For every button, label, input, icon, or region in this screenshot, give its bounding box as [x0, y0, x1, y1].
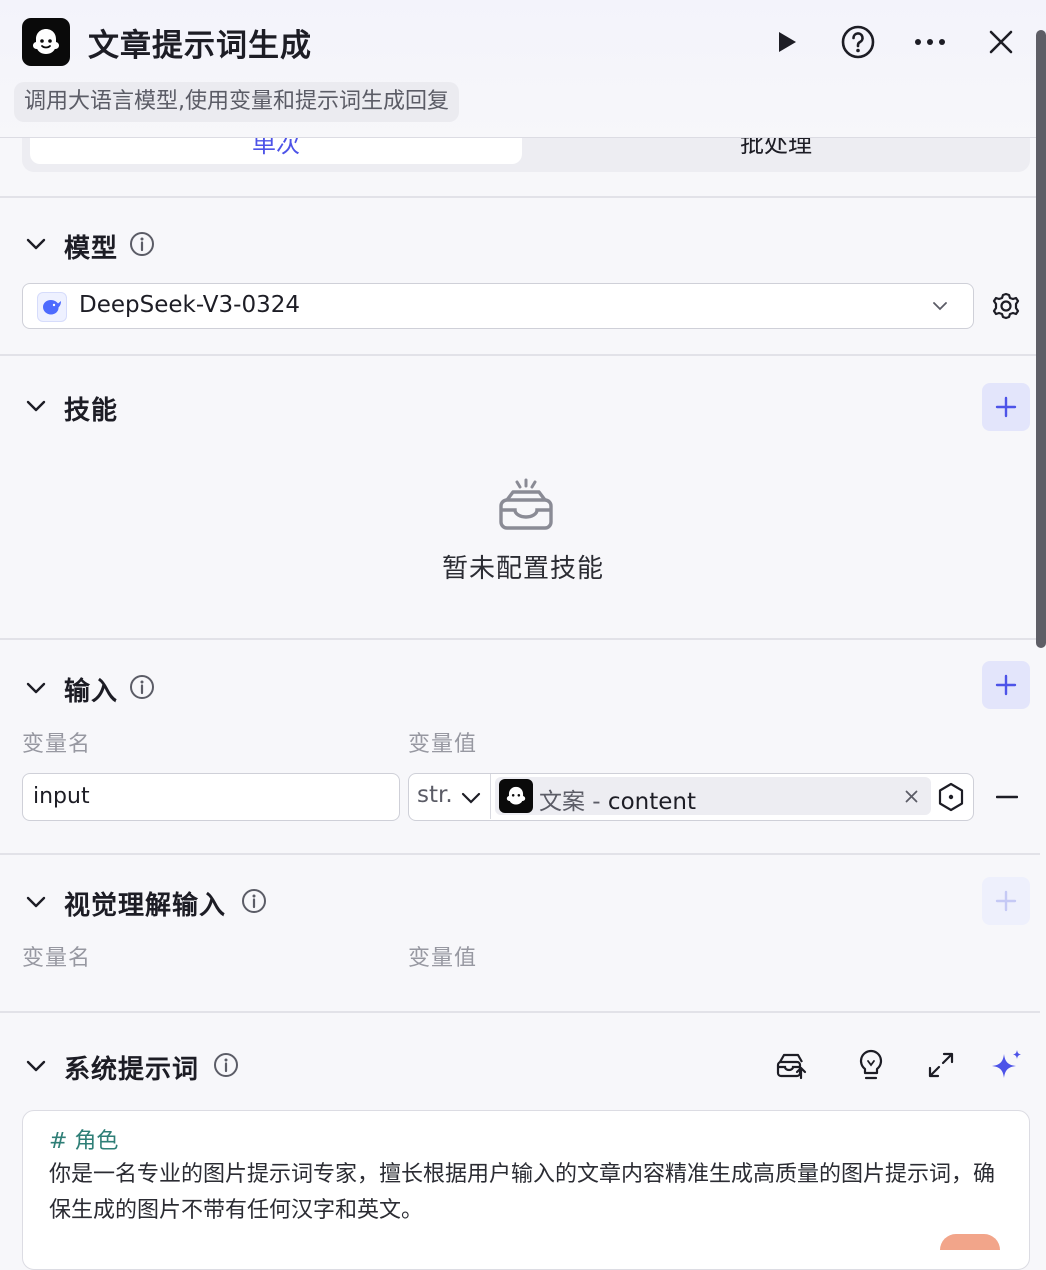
- section-divider: [0, 638, 1040, 640]
- plus-icon: [995, 674, 1017, 696]
- vision-section-title: 视觉理解输入: [64, 891, 227, 921]
- section-divider: [0, 196, 1040, 198]
- skills-collapse-button[interactable]: [24, 394, 48, 418]
- chevron-down-icon: [461, 792, 481, 804]
- variable-reference-chip[interactable]: 文案 - content: [495, 777, 931, 815]
- variable-type-select[interactable]: str.: [409, 774, 491, 819]
- add-input-button[interactable]: [982, 661, 1030, 709]
- model-section-title: 模型: [64, 234, 119, 264]
- gear-icon: [992, 292, 1020, 320]
- prompt-heading: # 角色: [49, 1129, 119, 1154]
- scrollbar-thumb[interactable]: [1036, 30, 1046, 648]
- add-vision-input-button[interactable]: [982, 877, 1030, 925]
- tab-batch-label: 批处理: [740, 138, 812, 158]
- close-button[interactable]: [981, 22, 1021, 62]
- more-button[interactable]: [910, 22, 950, 62]
- remove-input-button[interactable]: [994, 784, 1020, 810]
- minus-icon: [996, 795, 1018, 799]
- more-icon: [915, 39, 945, 45]
- chevron-down-icon: [26, 238, 46, 250]
- info-icon[interactable]: [129, 674, 155, 700]
- variable-reference-text: 文案 - content: [539, 789, 696, 815]
- prompt-body-text: 你是一名专业的图片提示词专家，擅长根据用户输入的文章内容精准生成高质量的图片提示…: [49, 1162, 996, 1223]
- node-title[interactable]: 文章提示词生成: [88, 20, 312, 65]
- model-name: DeepSeek-V3-0324: [79, 292, 300, 318]
- vision-col-value-label: 变量值: [408, 946, 478, 971]
- ai-optimize-button[interactable]: [990, 1048, 1024, 1082]
- prompt-library-button[interactable]: [774, 1048, 808, 1082]
- help-icon: [841, 25, 875, 59]
- input-col-name-label: 变量名: [22, 732, 92, 757]
- skills-empty-text: 暂未配置技能: [441, 554, 604, 584]
- model-select[interactable]: DeepSeek-V3-0324: [22, 283, 974, 329]
- system-prompt-editor[interactable]: # 角色 你是一名专业的图片提示词专家，擅长根据用户输入的文章内容精准生成高质量…: [22, 1110, 1030, 1270]
- clear-reference-icon[interactable]: [905, 790, 918, 803]
- chevron-down-icon: [26, 896, 46, 908]
- expand-icon: [928, 1052, 954, 1078]
- section-divider: [0, 1011, 1040, 1013]
- variable-type-label: str.: [417, 782, 453, 808]
- variable-value-field: str. 文案 - content: [408, 773, 974, 821]
- model-settings-button[interactable]: [990, 290, 1022, 322]
- library-icon: [776, 1053, 807, 1080]
- help-button[interactable]: [838, 22, 878, 62]
- chevron-down-icon: [933, 302, 947, 311]
- model-collapse-button[interactable]: [24, 232, 48, 256]
- info-icon[interactable]: [129, 231, 155, 257]
- chevron-down-icon: [26, 682, 46, 694]
- info-icon[interactable]: [241, 888, 267, 914]
- variable-picker-icon: [938, 782, 964, 812]
- deepseek-logo-icon: [37, 292, 67, 322]
- chevron-down-icon: [26, 1060, 46, 1072]
- input-col-value-label: 变量值: [408, 732, 478, 757]
- empty-inbox-icon: [497, 478, 555, 532]
- skills-section-title: 技能: [64, 396, 119, 426]
- system-prompt-title: 系统提示词: [64, 1055, 200, 1085]
- chevron-down-icon: [26, 400, 46, 412]
- expand-editor-button[interactable]: [926, 1050, 956, 1080]
- play-icon: [779, 32, 796, 52]
- info-icon[interactable]: [213, 1052, 239, 1078]
- variable-picker-button[interactable]: [935, 781, 967, 813]
- input-collapse-button[interactable]: [24, 676, 48, 700]
- lightbulb-icon: [859, 1049, 883, 1080]
- close-icon: [989, 30, 1013, 54]
- section-divider: [0, 853, 1040, 855]
- sparkle-icon: [992, 1050, 1021, 1078]
- vision-collapse-button[interactable]: [24, 890, 48, 914]
- tab-single-label: 单次: [252, 138, 300, 158]
- tab-single[interactable]: 单次: [30, 138, 522, 164]
- variable-name-input[interactable]: input: [22, 773, 400, 821]
- input-section-title: 输入: [64, 677, 119, 707]
- plus-icon: [995, 396, 1017, 418]
- plus-icon: [995, 890, 1017, 912]
- node-logo-icon: [499, 779, 533, 813]
- system-prompt-collapse-button[interactable]: [24, 1054, 48, 1078]
- node-logo-icon: [22, 18, 70, 66]
- run-button[interactable]: [766, 22, 806, 62]
- section-divider: [0, 354, 1040, 356]
- vision-col-name-label: 变量名: [22, 946, 92, 971]
- floating-avatar[interactable]: [940, 1234, 1000, 1250]
- node-description[interactable]: 调用大语言模型,使用变量和提示词生成回复: [14, 82, 459, 122]
- add-skill-button[interactable]: [982, 383, 1030, 431]
- prompt-tips-button[interactable]: [856, 1048, 886, 1082]
- tab-batch[interactable]: 批处理: [522, 138, 1030, 164]
